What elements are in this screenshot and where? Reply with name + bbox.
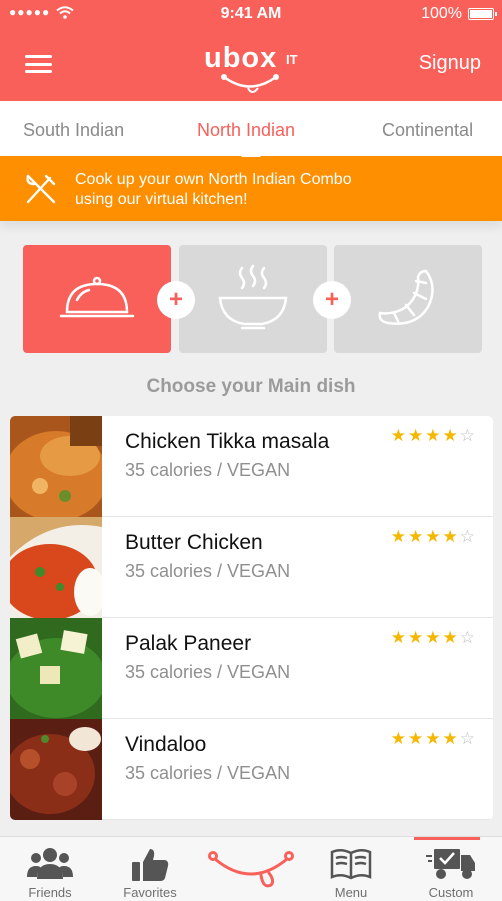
step-main-dish[interactable] — [23, 245, 171, 353]
signup-button[interactable]: Signup — [419, 52, 481, 75]
rating-stars: ★★★★☆ — [391, 729, 477, 749]
step-soup[interactable] — [179, 245, 327, 353]
active-tab-indicator — [241, 148, 261, 157]
app-logo: ubox IT — [200, 42, 310, 98]
logo-superscript: IT — [286, 52, 298, 67]
dish-name: Palak Paneer — [125, 632, 252, 655]
delivery-truck-icon — [426, 849, 475, 879]
star-outline-icon: ☆ — [459, 426, 477, 445]
dish-item[interactable]: Chicken Tikka masala 35 calories / VEGAN… — [10, 416, 493, 517]
star-icon: ★ — [442, 527, 460, 546]
star-icon: ★ — [390, 527, 408, 546]
dish-meta: 35 calories / VEGAN — [125, 662, 291, 682]
star-icon: ★ — [425, 729, 443, 748]
bottom-nav: Friends Favorites Menu Custom — [0, 836, 502, 901]
friends-icon — [27, 848, 73, 879]
dish-meta: 35 calories / VEGAN — [125, 561, 291, 581]
star-icon: ★ — [408, 628, 426, 647]
dish-image — [10, 517, 102, 618]
nav-label: Menu — [334, 885, 368, 900]
fork-knife-icon — [26, 174, 56, 204]
section-title: Choose your Main dish — [146, 376, 356, 397]
star-outline-icon: ☆ — [459, 729, 477, 748]
croissant-icon — [378, 269, 434, 325]
soup-bowl-icon — [218, 264, 288, 330]
nav-label: Custom — [428, 885, 474, 900]
star-icon: ★ — [425, 426, 443, 445]
battery-group: 100% — [421, 5, 497, 23]
nav-menu[interactable]: Menu — [301, 837, 401, 901]
dish-list: Chicken Tikka masala 35 calories / VEGAN… — [10, 416, 493, 820]
nav-favorites[interactable]: Favorites — [100, 837, 200, 901]
dish-image — [10, 719, 102, 820]
dish-meta: 35 calories / VEGAN — [125, 763, 291, 783]
dish-name: Butter Chicken — [125, 531, 263, 554]
battery-icon — [468, 8, 497, 20]
tab-north-indian[interactable]: North Indian — [197, 120, 295, 141]
star-icon: ★ — [390, 628, 408, 647]
star-icon: ★ — [390, 426, 408, 445]
smile-logo-icon — [208, 851, 294, 888]
dish-name: Vindaloo — [125, 733, 207, 756]
nav-label: Friends — [28, 885, 72, 900]
star-icon: ★ — [390, 729, 408, 748]
book-icon — [330, 849, 372, 880]
star-icon: ★ — [442, 729, 460, 748]
kitchen-banner: Cook up your own North Indian Combo usin… — [0, 156, 502, 221]
star-icon: ★ — [408, 426, 426, 445]
dish-item[interactable]: Butter Chicken 35 calories / VEGAN ★★★★☆ — [10, 517, 493, 618]
plus-icon: + — [157, 281, 195, 319]
dish-item[interactable]: Vindaloo 35 calories / VEGAN ★★★★☆ — [10, 719, 493, 820]
nav-label: Favorites — [123, 885, 177, 900]
dish-image — [10, 618, 102, 719]
rating-stars: ★★★★☆ — [391, 628, 477, 648]
logo-smile-icon — [221, 74, 279, 93]
star-icon: ★ — [408, 729, 426, 748]
cloche-icon — [59, 276, 135, 318]
tab-continental[interactable]: Continental — [382, 120, 473, 141]
banner-line-1: Cook up your own North Indian Combo — [75, 171, 352, 188]
dish-name: Chicken Tikka masala — [125, 430, 330, 453]
banner-line-2: using our virtual kitchen! — [75, 191, 248, 208]
menu-icon[interactable] — [25, 55, 52, 73]
star-icon: ★ — [425, 527, 443, 546]
status-bar: ●●●●● 9:41 AM 100% — [0, 0, 502, 28]
tab-south-indian[interactable]: South Indian — [23, 120, 124, 141]
plus-icon: + — [313, 281, 351, 319]
nav-home[interactable] — [201, 837, 301, 901]
rating-stars: ★★★★☆ — [391, 426, 477, 446]
star-outline-icon: ☆ — [459, 628, 477, 647]
nav-friends[interactable]: Friends — [0, 837, 100, 901]
step-dessert[interactable] — [334, 245, 482, 353]
nav-custom[interactable]: Custom — [401, 837, 501, 901]
app-header: ●●●●● 9:41 AM 100% ubox IT Signup — [0, 0, 502, 101]
dish-item[interactable]: Palak Paneer 35 calories / VEGAN ★★★★☆ — [10, 618, 493, 719]
dish-meta: 35 calories / VEGAN — [125, 460, 291, 480]
dish-image — [10, 416, 102, 517]
star-outline-icon: ☆ — [459, 527, 477, 546]
star-icon: ★ — [425, 628, 443, 647]
logo-text: ubox — [204, 42, 278, 74]
thumbs-up-icon — [132, 849, 169, 881]
banner-text: Cook up your own North Indian Combo usin… — [75, 170, 352, 210]
star-icon: ★ — [442, 426, 460, 445]
battery-percent: 100% — [421, 5, 462, 22]
star-icon: ★ — [408, 527, 426, 546]
star-icon: ★ — [442, 628, 460, 647]
rating-stars: ★★★★☆ — [391, 527, 477, 547]
